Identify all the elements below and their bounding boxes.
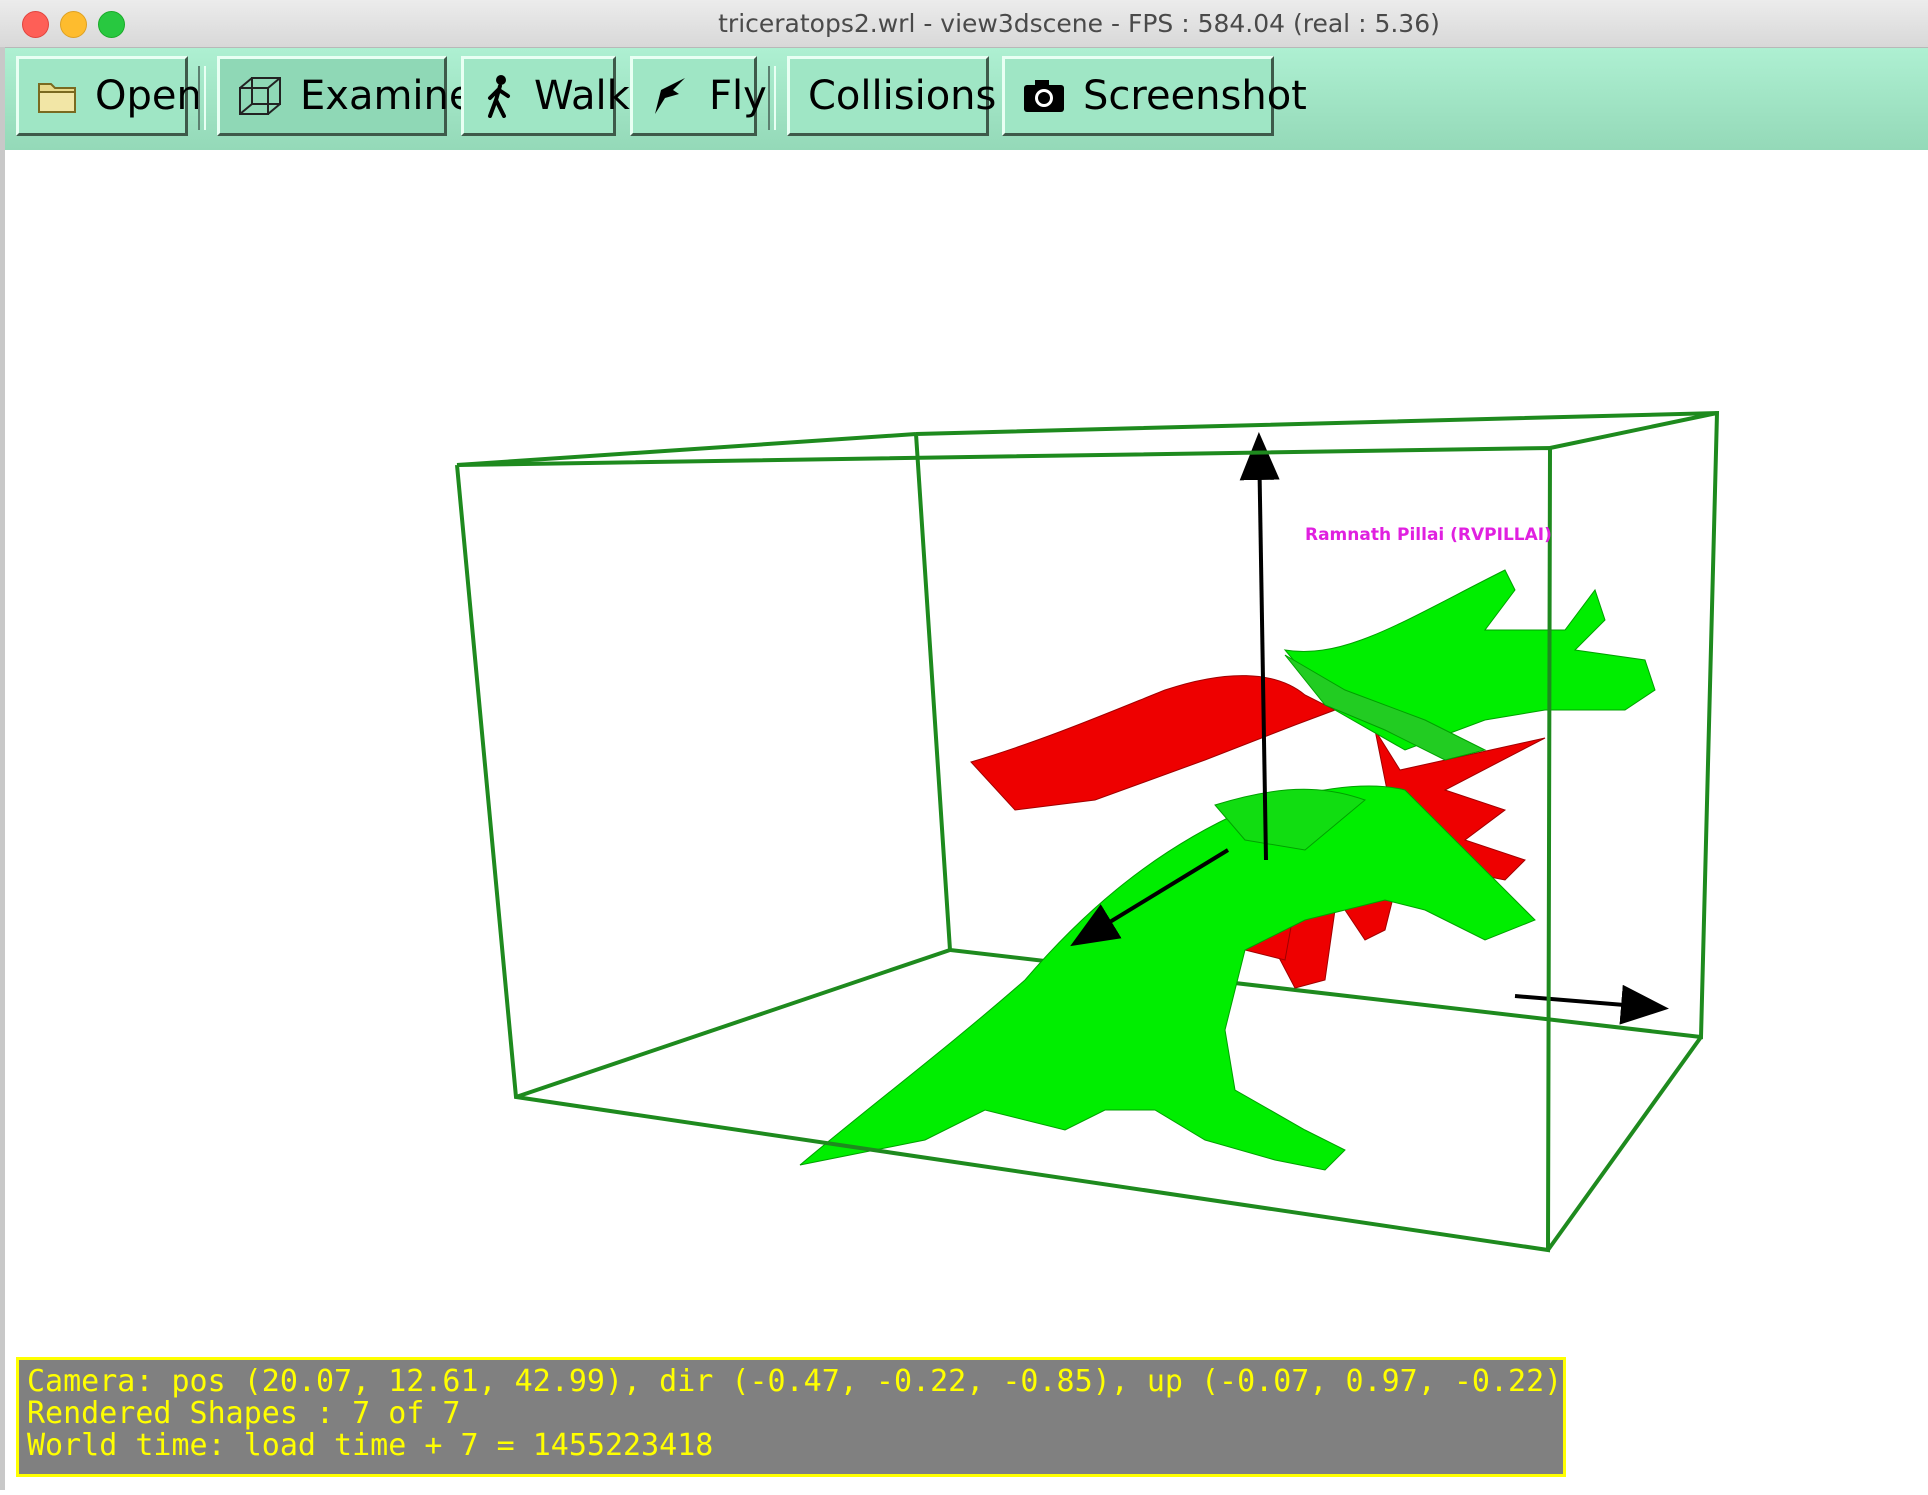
rendered-shapes-info: Rendered Shapes : 7 of 7 <box>27 1396 461 1431</box>
screenshot-button-label: Screenshot <box>1083 73 1307 119</box>
collisions-button-label: Collisions <box>808 73 997 119</box>
window-title: triceratops2.wrl - view3dscene - FPS : 5… <box>718 9 1440 38</box>
collisions-button[interactable]: Collisions <box>787 56 996 136</box>
toolbar-separator <box>198 66 206 130</box>
status-overlay: Camera: pos (20.07, 12.61, 42.99), dir (… <box>16 1357 1566 1477</box>
green-triceratops-model <box>799 569 1656 1171</box>
scene-canvas[interactable]: Ramnath Pillai (RVPILLAI) <box>5 150 1928 1490</box>
examine-button-label: Examine <box>300 73 474 119</box>
toolbar: Open Examine Walk Fly Collisions Screens… <box>5 48 1928 150</box>
camera-info: Camera: pos (20.07, 12.61, 42.99), dir (… <box>27 1364 1563 1399</box>
model-label: Ramnath Pillai (RVPILLAI) <box>1305 525 1552 545</box>
fly-button[interactable]: Fly <box>630 56 767 136</box>
camera-icon <box>1023 74 1065 118</box>
folder-icon <box>37 74 77 118</box>
fly-button-label: Fly <box>709 73 767 119</box>
walk-button-label: Walk <box>534 73 630 119</box>
examine-button[interactable]: Examine <box>217 56 474 136</box>
screenshot-button[interactable]: Screenshot <box>1002 56 1307 136</box>
open-button[interactable]: Open <box>16 56 202 136</box>
window-titlebar: triceratops2.wrl - view3dscene - FPS : 5… <box>0 0 1928 48</box>
walk-button[interactable]: Walk <box>461 56 630 136</box>
fly-icon <box>651 74 691 118</box>
cube-icon <box>238 74 282 118</box>
toolbar-separator <box>768 66 776 130</box>
open-button-label: Open <box>95 73 202 119</box>
walk-icon <box>482 74 516 118</box>
3d-viewport[interactable]: Ramnath Pillai (RVPILLAI) <box>5 150 1928 1490</box>
world-time-info: World time: load time + 7 = 1455223418 <box>27 1428 714 1463</box>
